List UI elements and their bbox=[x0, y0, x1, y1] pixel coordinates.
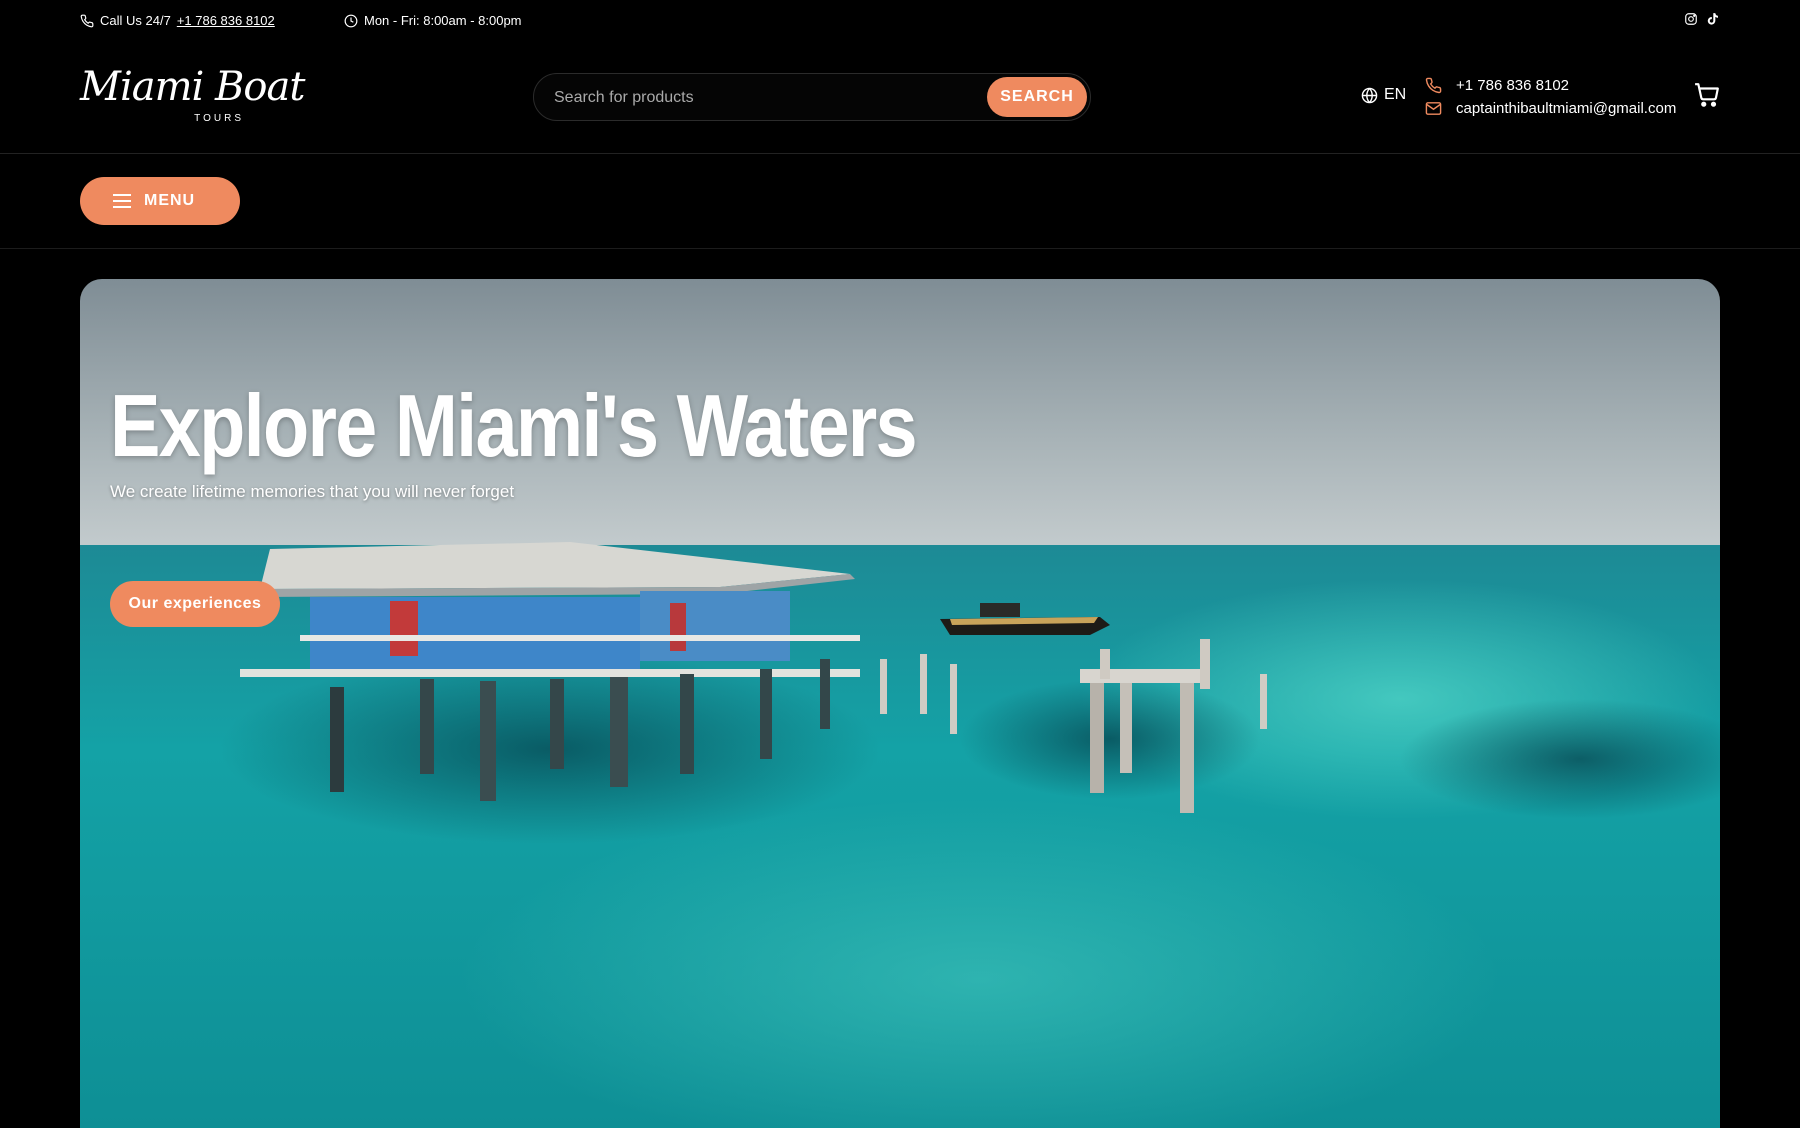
phone-icon bbox=[80, 14, 94, 28]
phone-icon bbox=[1425, 77, 1442, 94]
cart-icon[interactable] bbox=[1694, 82, 1720, 108]
language-selector[interactable]: EN bbox=[1361, 86, 1406, 104]
search-button[interactable]: SEARCH bbox=[987, 77, 1087, 117]
contact-email-text: captainthibaultmiami@gmail.com bbox=[1456, 100, 1677, 117]
language-label: EN bbox=[1384, 86, 1407, 103]
hours-text: Mon - Fri: 8:00am - 8:00pm bbox=[364, 13, 522, 28]
header: Miami Boat TOURS SEARCH EN +1 786 836 81… bbox=[0, 42, 1800, 154]
contact-phone-text: +1 786 836 8102 bbox=[1456, 77, 1570, 94]
social-links bbox=[1684, 12, 1720, 26]
top-bar: Call Us 24/7 +1 786 836 8102 Mon - Fri: … bbox=[0, 0, 1800, 42]
hero-subtitle: We create lifetime memories that you wil… bbox=[110, 482, 515, 501]
menu-button[interactable]: MENU bbox=[80, 177, 240, 225]
logo[interactable]: Miami Boat TOURS bbox=[80, 64, 305, 130]
call-label: Call Us 24/7 bbox=[100, 13, 171, 28]
logo-subtitle: TOURS bbox=[194, 113, 244, 124]
hours-info: Mon - Fri: 8:00am - 8:00pm bbox=[344, 13, 522, 28]
our-experiences-button[interactable]: Our experiences bbox=[110, 581, 280, 627]
logo-script: Miami Boat bbox=[80, 64, 305, 110]
hero-section: Explore Miami's Waters We create lifetim… bbox=[80, 279, 1720, 1128]
hamburger-icon bbox=[112, 193, 132, 209]
menu-label: MENU bbox=[144, 192, 196, 209]
contact-info: +1 786 836 8102 captainthibaultmiami@gma… bbox=[1425, 74, 1676, 120]
call-phone-link[interactable]: +1 786 836 8102 bbox=[177, 13, 275, 28]
clock-icon bbox=[344, 14, 358, 28]
tiktok-icon[interactable] bbox=[1706, 12, 1720, 26]
call-info: Call Us 24/7 +1 786 836 8102 bbox=[80, 13, 275, 28]
instagram-icon[interactable] bbox=[1684, 12, 1698, 26]
contact-phone[interactable]: +1 786 836 8102 bbox=[1425, 74, 1676, 97]
search-input[interactable] bbox=[554, 86, 914, 110]
globe-icon bbox=[1361, 87, 1378, 104]
contact-email[interactable]: captainthibaultmiami@gmail.com bbox=[1425, 97, 1676, 120]
hero-title: Explore Miami's Waters bbox=[110, 376, 918, 475]
menu-bar: MENU bbox=[0, 155, 1800, 249]
search-bar: SEARCH bbox=[533, 73, 1091, 121]
mail-icon bbox=[1425, 100, 1442, 117]
